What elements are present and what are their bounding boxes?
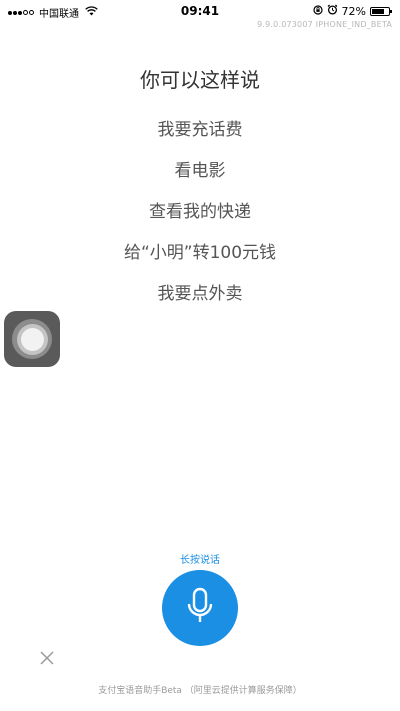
rotation-lock-icon — [312, 4, 323, 18]
suggestion-list: 我要充话费 看电影 查看我的快递 给“小明”转100元钱 我要点外卖 — [0, 116, 400, 321]
build-version: 9.9.0.073007 IPHONE_IND_BETA — [257, 20, 392, 29]
status-bar: 中国联通 09:41 72% 9.9.0.073007 IPHONE_IND_B… — [0, 0, 400, 29]
close-button[interactable] — [36, 648, 58, 670]
assistive-touch-icon[interactable] — [4, 311, 60, 367]
battery-percent: 72% — [341, 4, 366, 18]
microphone-button[interactable] — [162, 570, 238, 646]
page-title: 你可以这样说 — [140, 68, 260, 92]
microphone-icon — [187, 587, 213, 629]
footer-text: 支付宝语音助手Beta （阿里云提供计算服务保障） — [98, 686, 302, 696]
suggestion-item[interactable]: 我要充话费 — [0, 116, 400, 157]
suggestion-item[interactable]: 看电影 — [0, 157, 400, 198]
suggestion-item[interactable]: 给“小明”转100元钱 — [0, 239, 400, 280]
close-icon — [40, 650, 54, 669]
battery-icon — [370, 6, 392, 16]
voice-assistant-screen: 中国联通 09:41 72% 9.9.0.073007 IPHONE_IND_B… — [0, 0, 400, 711]
suggestion-item[interactable]: 查看我的快递 — [0, 198, 400, 239]
suggestion-item[interactable]: 我要点外卖 — [0, 280, 400, 321]
status-right: 72% — [312, 4, 392, 18]
hold-to-speak-hint: 长按说话 — [180, 555, 220, 566]
alarm-icon — [327, 4, 338, 18]
